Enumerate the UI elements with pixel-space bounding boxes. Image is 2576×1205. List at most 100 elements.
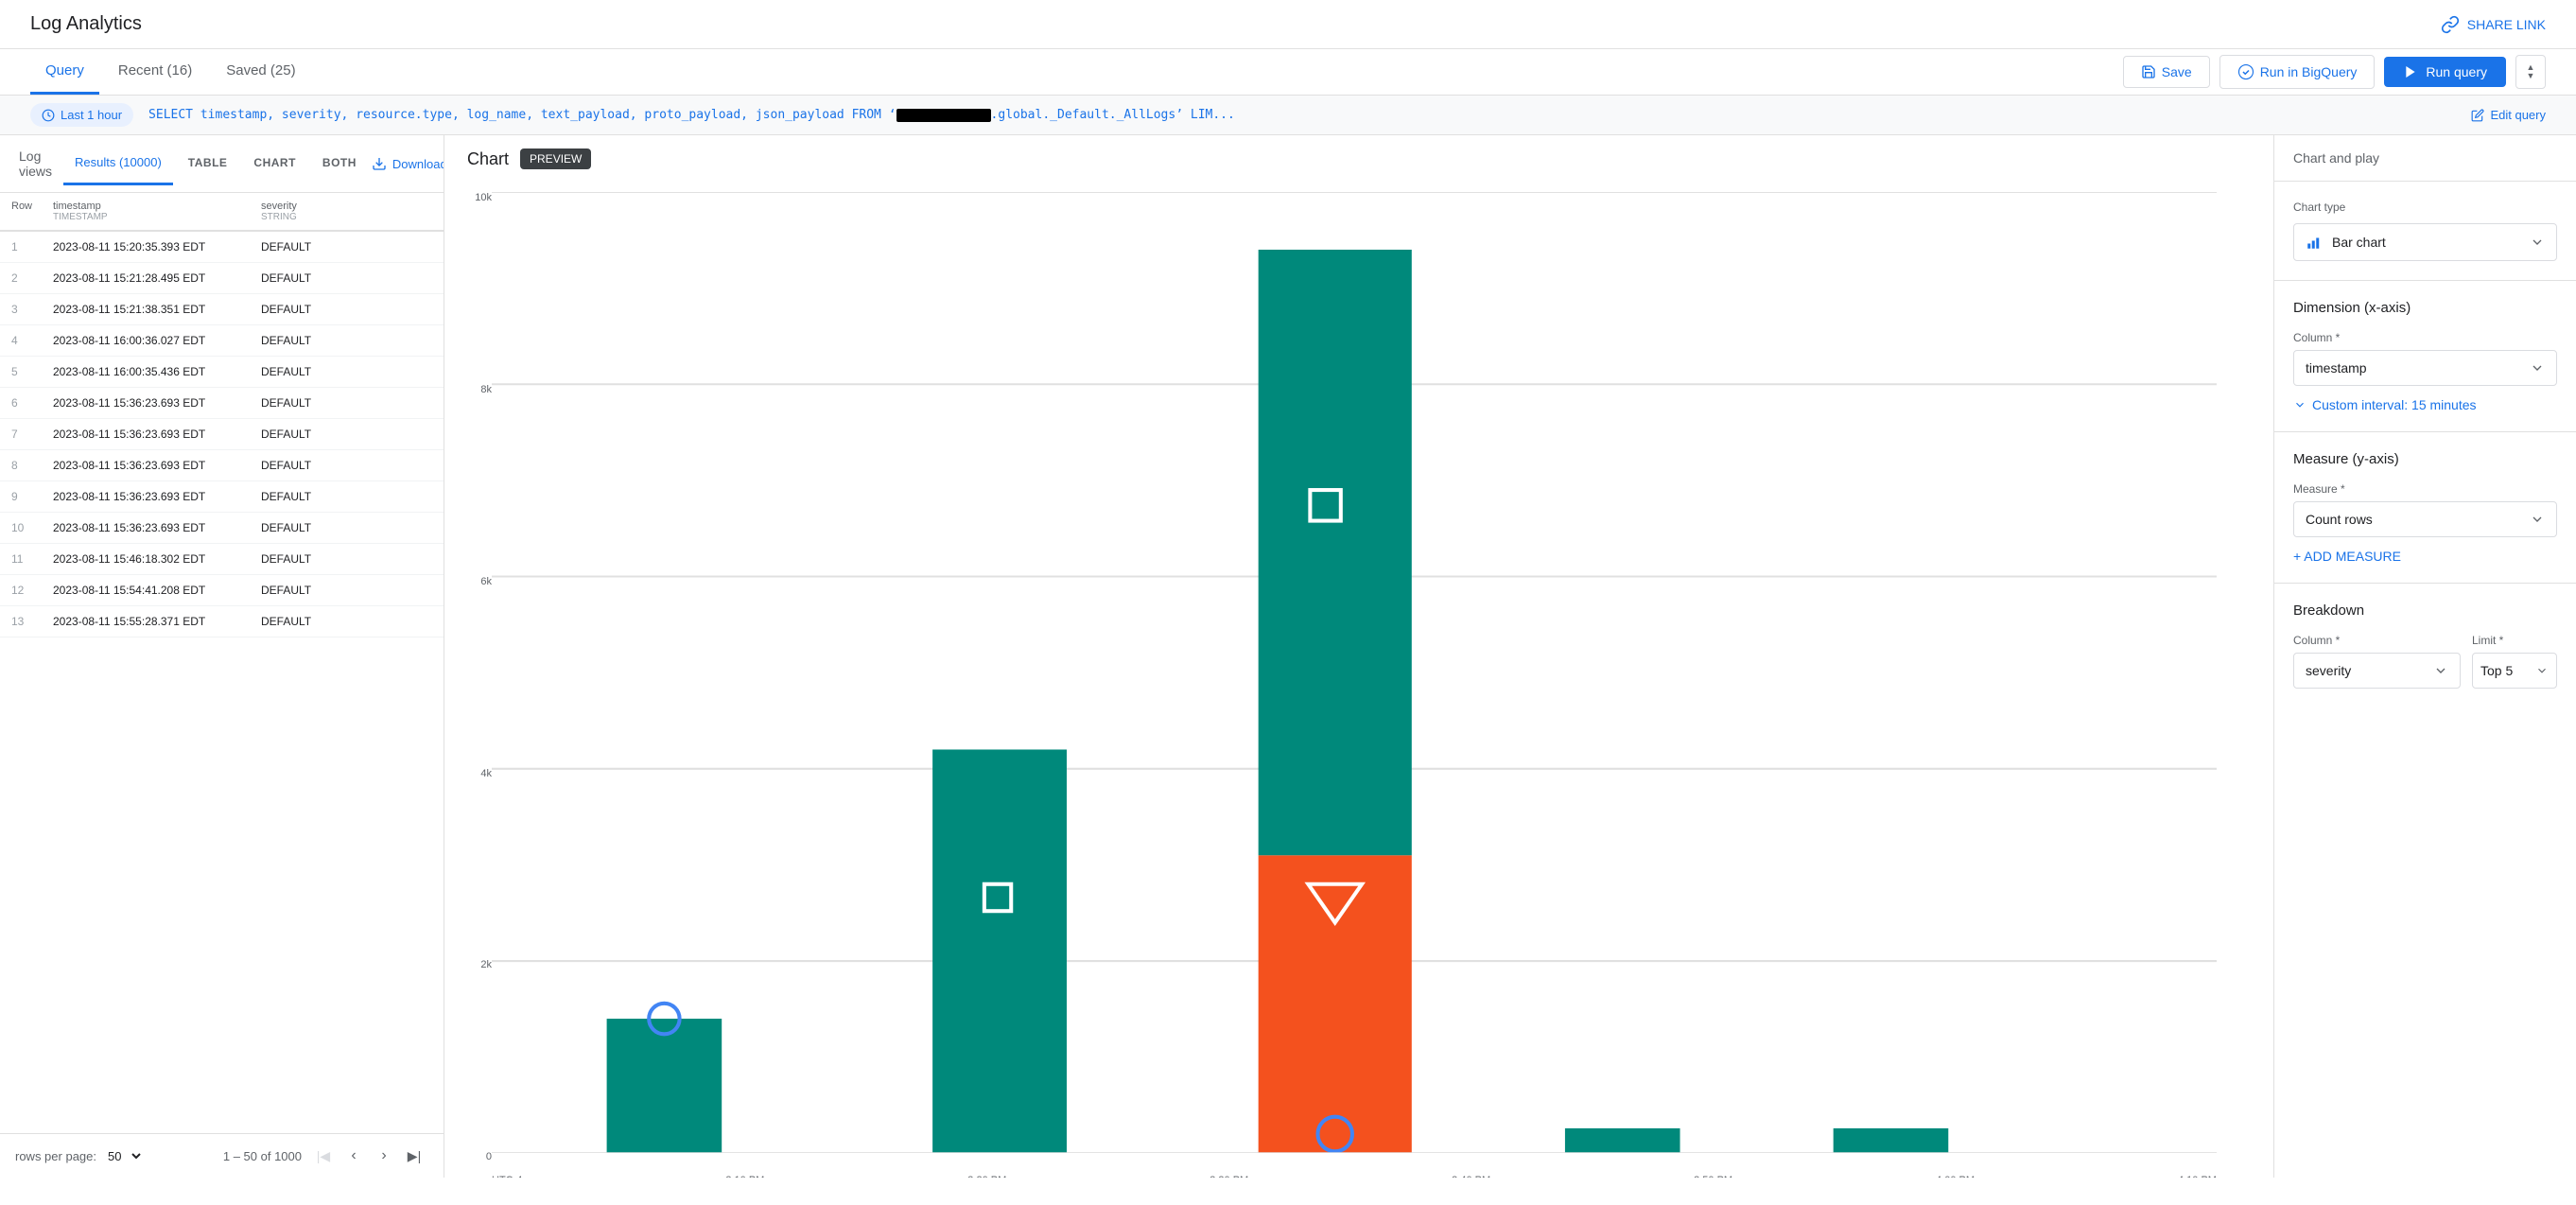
preview-badge: PREVIEW: [520, 148, 591, 169]
chart-type-section: Chart type Bar chart: [2274, 182, 2576, 281]
y-label-10k: 10k: [475, 192, 492, 203]
table-row[interactable]: 4 2023-08-11 16:00:36.027 EDT DEFAULT: [0, 325, 444, 357]
next-page-btn[interactable]: ›: [370, 1142, 398, 1170]
add-measure-btn[interactable]: + ADD MEASURE: [2293, 549, 2557, 564]
tabs-bar: Query Recent (16) Saved (25) Save Run in…: [0, 49, 2576, 96]
custom-interval-chevron-icon: [2293, 398, 2306, 411]
custom-interval-btn[interactable]: Custom interval: 15 minutes: [2293, 397, 2557, 412]
x-label-320: 3:20 PM: [967, 1175, 1006, 1178]
save-button[interactable]: Save: [2123, 56, 2210, 88]
breakdown-label: Breakdown: [2293, 602, 2557, 619]
column-value: timestamp: [2306, 360, 2367, 375]
table-row[interactable]: 10 2023-08-11 15:36:23.693 EDT DEFAULT: [0, 513, 444, 544]
dimension-section: Dimension (x-axis) Column * timestamp Cu…: [2274, 281, 2576, 432]
td-timestamp: 2023-08-11 15:55:28.371 EDT: [42, 606, 250, 637]
tab-table[interactable]: TABLE: [177, 143, 239, 185]
x-label-340: 3:40 PM: [1452, 1175, 1490, 1178]
td-row-num: 7: [0, 419, 42, 449]
chart-type-chevron-icon: [2530, 235, 2545, 250]
y-label-4k: 4k: [480, 768, 492, 779]
tab-results[interactable]: Results (10000): [63, 142, 173, 185]
table-row[interactable]: 3 2023-08-11 15:21:38.351 EDT DEFAULT: [0, 294, 444, 325]
table-row[interactable]: 6 2023-08-11 15:36:23.693 EDT DEFAULT: [0, 388, 444, 419]
table-row[interactable]: 13 2023-08-11 15:55:28.371 EDT DEFAULT: [0, 606, 444, 637]
td-row-num: 2: [0, 263, 42, 293]
column-select-wrapper: timestamp: [2293, 350, 2557, 386]
td-timestamp: 2023-08-11 15:36:23.693 EDT: [42, 513, 250, 543]
breakdown-limit-value: Top 5: [2480, 663, 2513, 678]
right-panel: Chart and play Chart type Bar chart Dime…: [2273, 135, 2576, 1178]
page-info: 1 – 50 of 1000: [223, 1149, 302, 1163]
td-timestamp: 2023-08-11 15:21:28.495 EDT: [42, 263, 250, 293]
main-content: Log views Results (10000) TABLE CHART BO…: [0, 135, 2576, 1178]
tab-recent[interactable]: Recent (16): [103, 49, 207, 95]
table-body: 1 2023-08-11 15:20:35.393 EDT DEFAULT 2 …: [0, 232, 444, 1133]
table-row[interactable]: 12 2023-08-11 15:54:41.208 EDT DEFAULT: [0, 575, 444, 606]
tab-saved[interactable]: Saved (25): [211, 49, 310, 95]
td-row-num: 8: [0, 450, 42, 480]
table-panel: Log views Results (10000) TABLE CHART BO…: [0, 135, 444, 1178]
tab-both[interactable]: BOTH: [311, 143, 368, 185]
time-filter-badge[interactable]: Last 1 hour: [30, 103, 133, 127]
y-label-0: 0: [486, 1151, 492, 1162]
rows-per-page-label: rows per page:: [15, 1149, 96, 1163]
last-page-btn[interactable]: ▶|: [400, 1142, 428, 1170]
chart-type-select[interactable]: Bar chart: [2293, 223, 2557, 261]
col-header-row: Row: [0, 193, 42, 230]
td-timestamp: 2023-08-11 16:00:35.436 EDT: [42, 357, 250, 387]
tab-query[interactable]: Query: [30, 49, 99, 95]
save-label: Save: [2162, 64, 2192, 79]
rows-per-page-select[interactable]: 50100200: [104, 1148, 144, 1164]
run-in-bigquery-button[interactable]: Run in BigQuery: [2219, 55, 2376, 89]
x-label-utc4: UTC-4: [492, 1175, 522, 1178]
table-row[interactable]: 2 2023-08-11 15:21:28.495 EDT DEFAULT: [0, 263, 444, 294]
table-row[interactable]: 9 2023-08-11 15:36:23.693 EDT DEFAULT: [0, 481, 444, 513]
up-down-stepper[interactable]: ▲ ▼: [2515, 55, 2546, 89]
chart-title: Chart: [467, 149, 509, 169]
run-query-button[interactable]: Run query: [2384, 57, 2506, 87]
td-row-num: 12: [0, 575, 42, 605]
chart-panel: Chart PREVIEW 10k 8k 6k 4k 2k 0: [444, 135, 2273, 1178]
td-severity: DEFAULT: [250, 388, 444, 418]
td-timestamp: 2023-08-11 15:20:35.393 EDT: [42, 232, 250, 262]
table-row[interactable]: 8 2023-08-11 15:36:23.693 EDT DEFAULT: [0, 450, 444, 481]
td-row-num: 10: [0, 513, 42, 543]
pagination-nav: |◀ ‹ › ▶|: [309, 1142, 428, 1170]
query-text: SELECT timestamp, severity, resource.typ…: [148, 108, 896, 122]
td-severity: DEFAULT: [250, 419, 444, 449]
table-row[interactable]: 7 2023-08-11 15:36:23.693 EDT DEFAULT: [0, 419, 444, 450]
measure-value: Count rows: [2306, 512, 2373, 527]
measure-section: Measure (y-axis) Measure * Count rows + …: [2274, 432, 2576, 584]
measure-select[interactable]: Count rows: [2293, 501, 2557, 537]
table-row[interactable]: 1 2023-08-11 15:20:35.393 EDT DEFAULT: [0, 232, 444, 263]
chart-and-play-section: Chart and play: [2274, 135, 2576, 182]
x-label-330: 3:30 PM: [1210, 1175, 1248, 1178]
download-btn[interactable]: Download: [372, 156, 444, 171]
add-measure-label: + ADD MEASURE: [2293, 549, 2401, 564]
download-icon: [372, 156, 387, 171]
column-select[interactable]: timestamp: [2293, 350, 2557, 386]
breakdown-column-value: severity: [2306, 663, 2351, 678]
td-severity: DEFAULT: [250, 450, 444, 480]
breakdown-column-select[interactable]: severity: [2293, 653, 2461, 689]
table-row[interactable]: 11 2023-08-11 15:46:18.302 EDT DEFAULT: [0, 544, 444, 575]
query-text-display: SELECT timestamp, severity, resource.typ…: [148, 108, 2456, 122]
td-row-num: 13: [0, 606, 42, 637]
breakdown-limit-select[interactable]: Top 5: [2472, 653, 2557, 689]
tab-chart[interactable]: CHART: [242, 143, 307, 185]
share-link-btn[interactable]: SHARE LINK: [2441, 15, 2546, 34]
td-row-num: 5: [0, 357, 42, 387]
y-label-2k: 2k: [480, 959, 492, 970]
td-timestamp: 2023-08-11 15:36:23.693 EDT: [42, 450, 250, 480]
first-page-btn[interactable]: |◀: [309, 1142, 338, 1170]
edit-query-btn[interactable]: Edit query: [2471, 108, 2546, 122]
breakdown-column-label: Column *: [2293, 634, 2461, 647]
td-severity: DEFAULT: [250, 357, 444, 387]
download-label: Download: [392, 157, 444, 171]
prev-page-btn[interactable]: ‹: [339, 1142, 368, 1170]
table-row[interactable]: 5 2023-08-11 16:00:35.436 EDT DEFAULT: [0, 357, 444, 388]
clock-icon: [42, 109, 55, 122]
measure-select-wrapper: Count rows: [2293, 501, 2557, 537]
td-row-num: 6: [0, 388, 42, 418]
td-timestamp: 2023-08-11 15:36:23.693 EDT: [42, 481, 250, 512]
